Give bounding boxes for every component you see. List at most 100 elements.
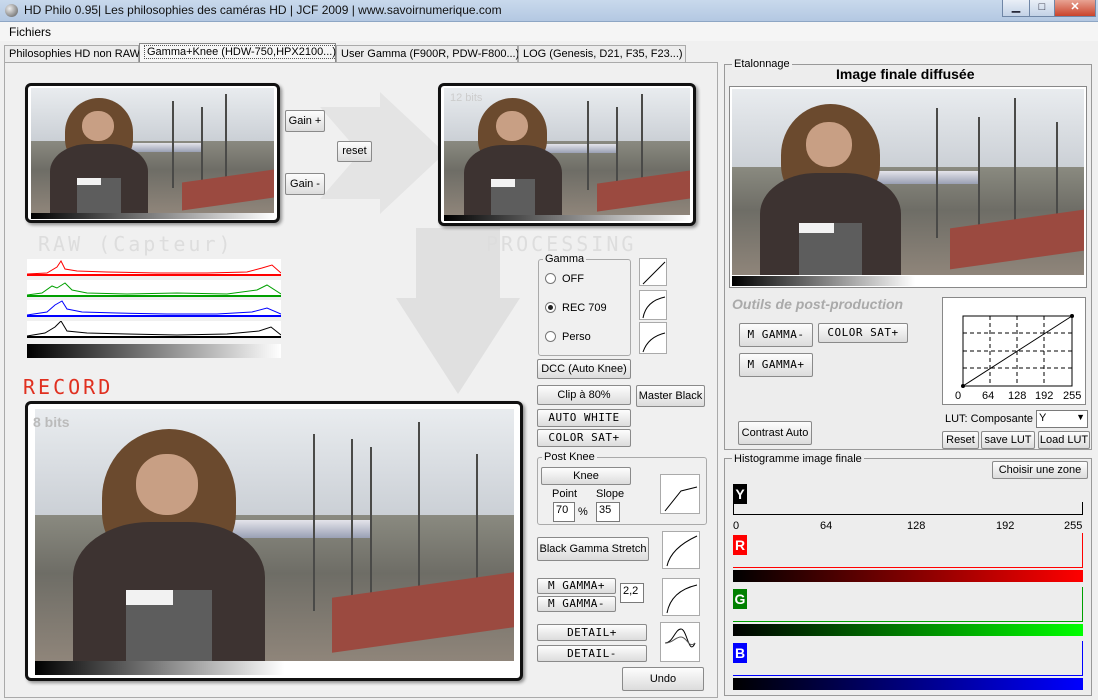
lut-tick: 255 <box>1063 390 1082 402</box>
tools-label: Outils de post-production <box>732 296 904 312</box>
lut-composante-select[interactable]: Y ▼ <box>1036 410 1088 428</box>
histogram-y-line <box>733 514 1083 515</box>
reset-button[interactable]: reset <box>337 141 372 162</box>
histogram-b-bar <box>733 678 1083 690</box>
raw-histogram-blue <box>27 300 281 317</box>
dcc-auto-knee-button[interactable]: DCC (Auto Knee) <box>537 359 631 379</box>
post-m-gamma-plus-button[interactable]: M GAMMA+ <box>739 353 813 377</box>
close-button[interactable]: ✕ <box>1054 0 1096 17</box>
m-gamma-minus-button[interactable]: M GAMMA- <box>537 596 616 612</box>
record-gradient-bar <box>35 661 514 675</box>
channel-y-label: Y <box>733 484 747 504</box>
black-gamma-stretch-button[interactable]: Black Gamma Stretch <box>537 537 649 561</box>
histogram-r-line <box>733 567 1083 568</box>
final-image <box>729 86 1087 288</box>
histogram-tick: 0 <box>733 520 740 532</box>
post-m-gamma-minus-button[interactable]: M GAMMA- <box>739 323 813 347</box>
etalonnage-label: Etalonnage <box>732 58 792 70</box>
gamma-rec709-radio[interactable] <box>545 302 556 313</box>
tab-philosophies[interactable]: Philosophies HD non RAW <box>4 45 140 63</box>
record-photo <box>35 409 514 661</box>
detail-curve-icon <box>660 622 700 662</box>
menu-bar: Fichiers <box>0 22 1098 41</box>
auto-white-button[interactable]: AUTO WHITE <box>537 409 631 427</box>
lut-tick: 64 <box>982 390 995 402</box>
tab-user-gamma[interactable]: User Gamma (F900R, PDW-F800...) <box>336 45 519 63</box>
menu-fichiers[interactable]: Fichiers <box>9 25 51 39</box>
knee-point-input[interactable]: 70 <box>553 502 575 522</box>
contrast-auto-button[interactable]: Contrast Auto <box>738 421 812 445</box>
raw-photo <box>31 88 274 213</box>
record-bits-label: 8 bits <box>33 414 70 430</box>
lut-tick: 0 <box>955 390 962 402</box>
title-bar: HD Philo 0.95| Les philosophies des camé… <box>0 0 1098 22</box>
histogram-g-bar <box>733 624 1083 636</box>
undo-button[interactable]: Undo <box>622 667 704 691</box>
raw-histogram-red <box>27 259 281 276</box>
histogram-tick: 255 <box>1064 520 1083 532</box>
gain-plus-button[interactable]: Gain + <box>285 110 325 132</box>
knee-curve-icon <box>660 474 700 514</box>
raw-gradient-bar <box>27 344 281 358</box>
gamma-perso-curve-icon <box>639 322 667 354</box>
minimize-button[interactable]: ▁ <box>1002 0 1030 17</box>
tab-gamma-knee-label: Gamma+Knee (HDW-750,HPX2100...) <box>144 45 340 59</box>
final-image-title: Image finale diffusée <box>836 66 975 82</box>
knee-point-label: Point <box>552 488 578 500</box>
load-lut-button[interactable]: Load LUT <box>1038 431 1090 449</box>
maximize-button[interactable]: □ <box>1029 0 1055 17</box>
tab-gamma-knee[interactable]: Gamma+Knee (HDW-750,HPX2100...) <box>139 43 340 63</box>
lut-reset-button[interactable]: Reset <box>942 431 979 449</box>
histogram-tick: 128 <box>907 520 926 532</box>
raw-label: RAW (Capteur) <box>38 232 234 256</box>
black-gamma-curve-icon <box>662 531 700 569</box>
gamma-perso-radio[interactable] <box>545 331 556 342</box>
chevron-down-icon: ▼ <box>1076 412 1085 422</box>
color-sat-plus-button[interactable]: COLOR SAT+ <box>537 429 631 447</box>
gamma-rec709-label: REC 709 <box>562 302 607 314</box>
app-icon <box>5 4 18 17</box>
raw-histogram-green <box>27 280 281 297</box>
raw-image <box>25 83 280 223</box>
choose-zone-button[interactable]: Choisir une zone <box>992 461 1088 479</box>
post-knee-label: Post Knee <box>542 451 597 463</box>
lut-composante-label: LUT: Composante <box>945 413 1034 425</box>
gamma-value-input[interactable]: 2,2 <box>620 583 644 603</box>
gamma-off-curve-icon <box>639 258 667 286</box>
gain-minus-button[interactable]: Gain - <box>285 173 325 195</box>
save-lut-button[interactable]: save LUT <box>981 431 1035 449</box>
raw-histogram-luma <box>27 321 281 338</box>
final-photo <box>732 89 1084 275</box>
channel-b-label: B <box>733 643 747 663</box>
channel-r-label: R <box>733 535 747 555</box>
histogram-b-line <box>733 675 1083 676</box>
detail-minus-button[interactable]: DETAIL- <box>537 645 647 662</box>
knee-button[interactable]: Knee <box>541 467 631 485</box>
detail-plus-button[interactable]: DETAIL+ <box>537 624 647 641</box>
lut-tick: 128 <box>1008 390 1027 402</box>
lut-tick: 192 <box>1035 390 1054 402</box>
record-image: 8 bits <box>25 401 523 681</box>
processing-image: 12 bits <box>438 83 696 226</box>
tab-log[interactable]: LOG (Genesis, D21, F35, F23...) <box>518 45 686 63</box>
m-gamma-plus-button[interactable]: M GAMMA+ <box>537 578 616 594</box>
gamma-group-label: Gamma <box>543 253 587 265</box>
gamma-rec709-curve-icon <box>639 290 667 320</box>
knee-slope-input[interactable]: 35 <box>596 502 620 522</box>
histogram-tick: 192 <box>996 520 1015 532</box>
gamma-off-label: OFF <box>562 273 584 285</box>
window-title: HD Philo 0.95| Les philosophies des camé… <box>24 3 502 17</box>
gamma-off-radio[interactable] <box>545 273 556 284</box>
final-histogram-title: Histogramme image finale <box>732 453 864 465</box>
master-black-button[interactable]: Master Black <box>636 385 705 407</box>
lut-graph: 0 64 128 192 255 <box>942 297 1086 405</box>
lut-composante-value: Y <box>1039 412 1047 424</box>
processing-bits-label: 12 bits <box>450 92 483 104</box>
post-color-sat-button[interactable]: COLOR SAT+ <box>818 323 908 343</box>
clip-80-button[interactable]: Clip à 80% <box>537 385 631 405</box>
histogram-r-bar <box>733 570 1083 582</box>
gamma-perso-label: Perso <box>562 331 591 343</box>
knee-slope-label: Slope <box>596 488 625 500</box>
record-label: RECORD <box>23 375 114 399</box>
m-gamma-curve-icon <box>662 578 700 616</box>
